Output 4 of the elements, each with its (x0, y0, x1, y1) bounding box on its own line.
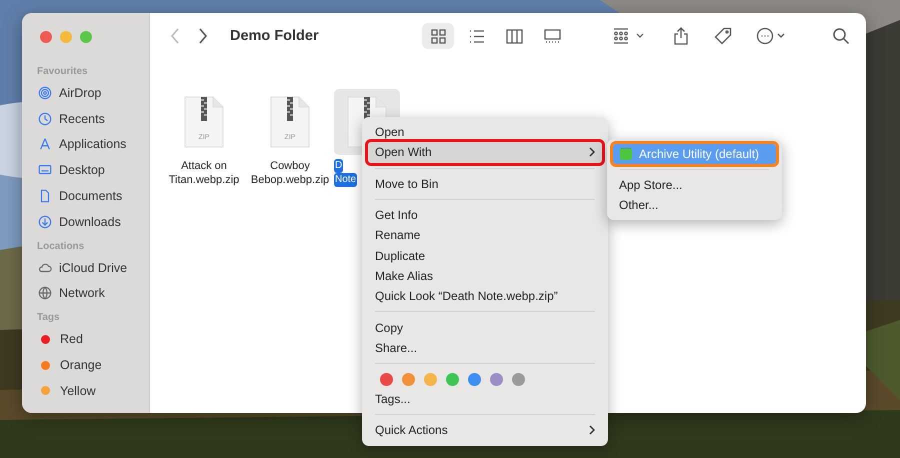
sidebar-heading: Favourites (37, 66, 89, 77)
sidebar-heading: Tags (37, 312, 61, 324)
sidebar-heading: Locations (37, 240, 86, 252)
window-title: Demo Folder (230, 28, 319, 44)
